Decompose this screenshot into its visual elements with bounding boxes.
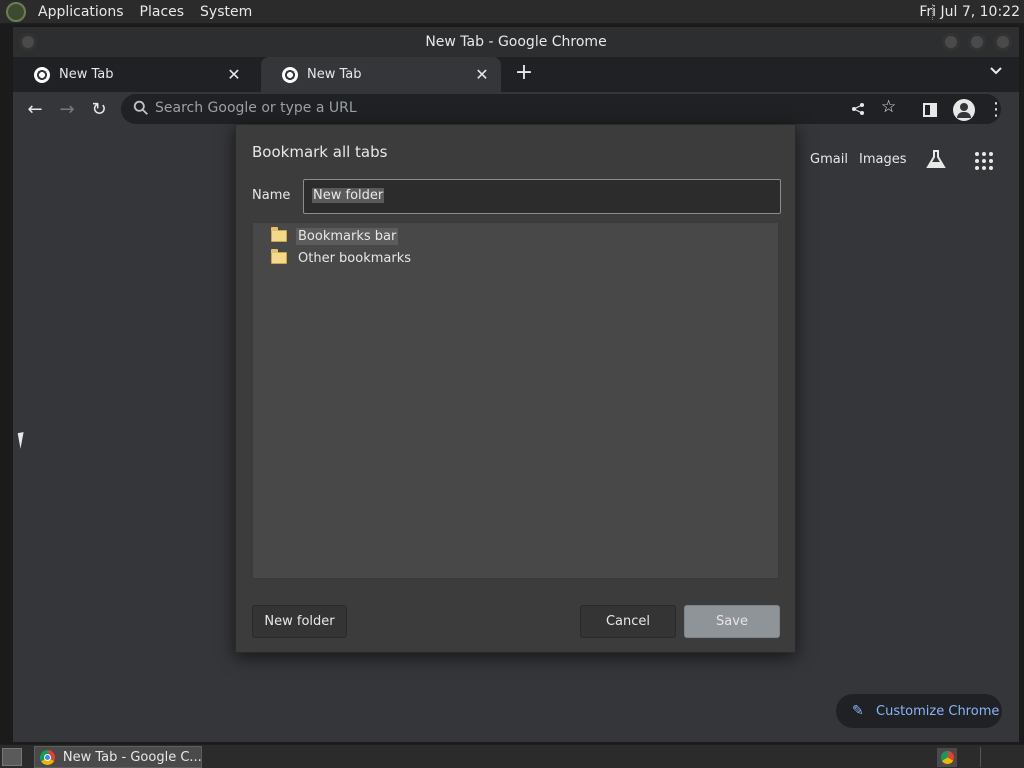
tab-title: New Tab bbox=[59, 67, 114, 82]
folder-name-input[interactable]: New folder bbox=[303, 179, 781, 214]
forward-button[interactable]: → bbox=[55, 98, 79, 122]
name-label: Name bbox=[252, 188, 291, 203]
cancel-button[interactable]: Cancel bbox=[580, 605, 676, 638]
toolbar: ← → ↻ Search Google or type a URL ☆ ⋮ bbox=[13, 92, 1019, 128]
folder-icon bbox=[271, 249, 287, 264]
google-apps-icon[interactable] bbox=[975, 152, 993, 170]
tree-item-other-bookmarks[interactable]: Other bookmarks bbox=[271, 248, 413, 268]
labs-flask-icon[interactable] bbox=[925, 148, 947, 170]
folder-tree[interactable]: Bookmarks bar Other bookmarks bbox=[252, 222, 779, 579]
bookmark-all-tabs-dialog: Bookmark all tabs Name New folder Bookma… bbox=[235, 124, 796, 653]
chrome-menu-button[interactable]: ⋮ bbox=[984, 98, 1008, 122]
bottom-taskbar: New Tab - Google C... bbox=[0, 744, 1024, 768]
reload-button[interactable]: ↻ bbox=[87, 98, 111, 122]
distro-logo-icon[interactable] bbox=[6, 1, 26, 22]
menu-places[interactable]: Places bbox=[136, 4, 189, 20]
tab-title: New Tab bbox=[307, 67, 362, 82]
menu-system[interactable]: System bbox=[196, 4, 256, 20]
menu-applications[interactable]: Applications bbox=[34, 4, 128, 20]
folder-icon bbox=[271, 227, 287, 242]
customize-chrome-label: Customize Chrome bbox=[876, 703, 1000, 719]
clock[interactable]: Fri Jul 7, 10:22 bbox=[919, 4, 1020, 20]
tab-search-button[interactable] bbox=[985, 63, 1007, 85]
tree-item-label: Other bookmarks bbox=[298, 250, 412, 266]
share-icon[interactable] bbox=[851, 102, 865, 116]
tree-item-label: Bookmarks bar bbox=[296, 227, 399, 245]
dialog-title: Bookmark all tabs bbox=[252, 143, 388, 161]
side-panel-icon[interactable] bbox=[923, 103, 937, 117]
images-link[interactable]: Images bbox=[859, 152, 907, 167]
taskbar-item-chrome[interactable]: New Tab - Google C... bbox=[34, 746, 202, 768]
taskbar-item-label: New Tab - Google C... bbox=[62, 749, 201, 765]
tray-separator bbox=[980, 747, 981, 767]
chevron-down-icon bbox=[990, 67, 1002, 75]
address-bar[interactable]: Search Google or type a URL ☆ bbox=[121, 94, 1001, 124]
pencil-icon: ✎ bbox=[852, 703, 864, 719]
save-button[interactable]: Save bbox=[684, 605, 780, 638]
address-bar-placeholder: Search Google or type a URL bbox=[155, 100, 357, 116]
system-top-panel: Applications Places System Fri Jul 7, 10… bbox=[0, 0, 1024, 24]
minimize-icon[interactable] bbox=[942, 33, 960, 51]
tab-strip: New Tab ✕ New Tab ✕ + bbox=[13, 57, 1019, 92]
close-window-icon[interactable] bbox=[994, 33, 1012, 51]
show-desktop-icon[interactable] bbox=[2, 748, 22, 766]
new-tab-button[interactable]: + bbox=[511, 61, 537, 87]
tray-chrome-icon[interactable] bbox=[937, 748, 957, 767]
profile-avatar-icon[interactable] bbox=[953, 99, 975, 121]
chrome-favicon-icon bbox=[34, 66, 50, 83]
back-button[interactable]: ← bbox=[23, 98, 47, 122]
tab-close-icon[interactable]: ✕ bbox=[471, 64, 493, 86]
mouse-cursor-icon bbox=[17, 431, 33, 449]
chrome-icon bbox=[40, 749, 55, 765]
chrome-favicon-icon bbox=[282, 66, 298, 83]
tab-1[interactable]: New Tab ✕ bbox=[13, 57, 253, 92]
tab-close-icon[interactable]: ✕ bbox=[223, 64, 245, 86]
window-titlebar[interactable]: New Tab - Google Chrome bbox=[13, 27, 1019, 57]
customize-chrome-button[interactable]: ✎ Customize Chrome bbox=[836, 694, 1002, 728]
search-icon bbox=[133, 100, 148, 115]
gmail-link[interactable]: Gmail bbox=[810, 152, 848, 167]
maximize-icon[interactable] bbox=[968, 33, 986, 51]
tab-2[interactable]: New Tab ✕ bbox=[261, 57, 501, 92]
window-title: New Tab - Google Chrome bbox=[425, 34, 607, 50]
folder-name-value: New folder bbox=[312, 188, 385, 203]
bookmark-star-icon[interactable]: ☆ bbox=[881, 97, 896, 117]
tree-item-bookmarks-bar[interactable]: Bookmarks bar bbox=[271, 226, 399, 246]
new-folder-button[interactable]: New folder bbox=[252, 605, 347, 638]
